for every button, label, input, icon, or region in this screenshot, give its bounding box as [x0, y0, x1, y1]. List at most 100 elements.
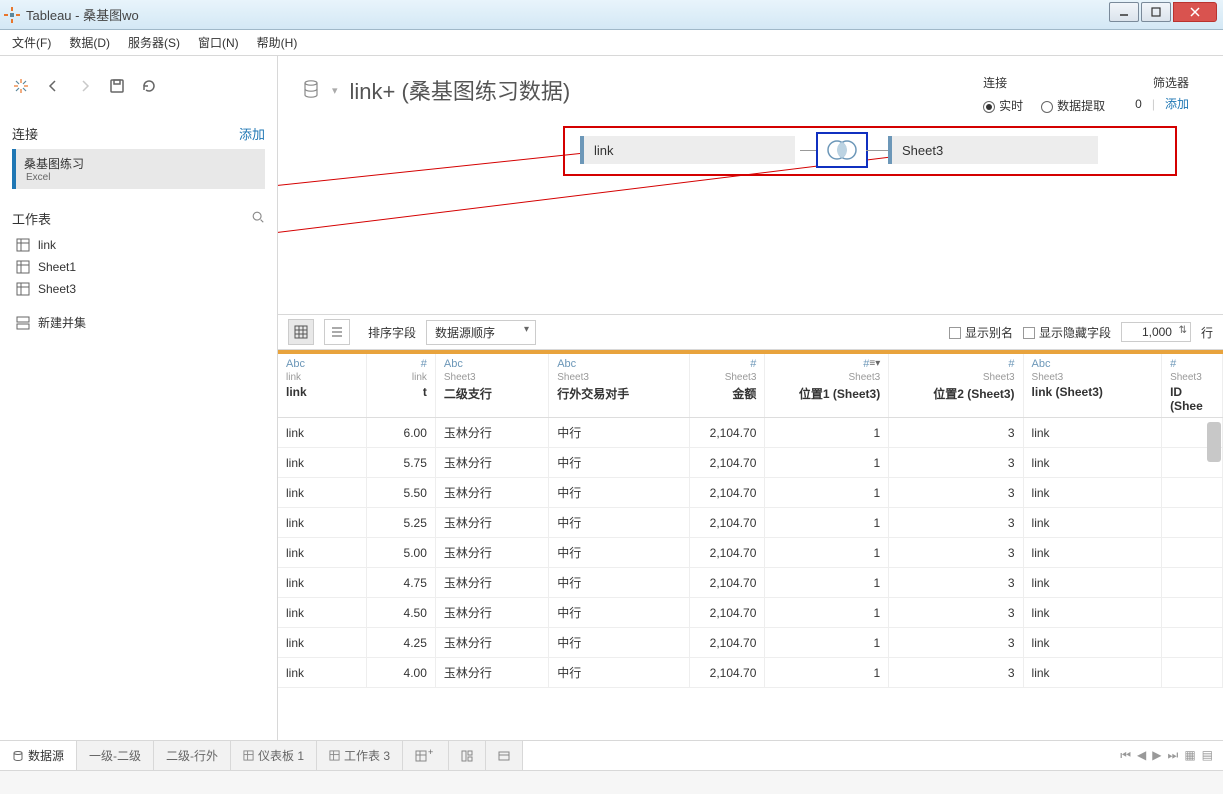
worksheet-item[interactable]: Sheet3	[12, 278, 265, 300]
table-row[interactable]: link5.75玉林分行中行2,104.7013link	[278, 448, 1223, 478]
table-cell: 2,104.70	[689, 598, 765, 628]
menu-server[interactable]: 服务器(S)	[128, 34, 180, 51]
sheet-tab[interactable]: 二级-行外	[154, 741, 231, 770]
table-row[interactable]: link4.75玉林分行中行2,104.7013link	[278, 568, 1223, 598]
new-worksheet-button[interactable]: +	[403, 741, 449, 770]
table-cell: 4.25	[366, 628, 435, 658]
table-row[interactable]: link5.25玉林分行中行2,104.7013link	[278, 508, 1223, 538]
table-cell: link	[278, 508, 366, 538]
sheet-tab[interactable]: 工作表 3	[317, 741, 403, 770]
sheet-tab[interactable]: 仪表板 1	[231, 741, 317, 770]
table-cell: 1	[765, 628, 889, 658]
table-cell: 5.75	[366, 448, 435, 478]
table-row[interactable]: link5.50玉林分行中行2,104.7013link	[278, 478, 1223, 508]
table-cell: link	[278, 658, 366, 688]
table-cell: 1	[765, 418, 889, 448]
nav-next-icon[interactable]: ▶	[1152, 748, 1161, 763]
table-row[interactable]: link5.00玉林分行中行2,104.7013link	[278, 538, 1223, 568]
column-header[interactable]: ▾ ≡#Sheet3位置1 (Sheet3)	[765, 354, 889, 418]
filter-count: 0	[1135, 97, 1142, 111]
forward-button[interactable]	[76, 77, 94, 95]
show-tabs-icon[interactable]: ▦	[1184, 748, 1195, 763]
back-button[interactable]	[44, 77, 62, 95]
table-cell: 4.75	[366, 568, 435, 598]
menu-data[interactable]: 数据(D)	[69, 34, 110, 51]
join-canvas[interactable]: link Sheet3	[278, 124, 1223, 314]
menu-help[interactable]: 帮助(H)	[257, 34, 298, 51]
live-radio[interactable]: 实时	[983, 97, 1023, 114]
column-header[interactable]: AbcSheet3二级支行	[435, 354, 548, 418]
sort-field-label: 排序字段	[368, 324, 416, 341]
column-header[interactable]: #Sheet3ID (Shee	[1162, 354, 1223, 418]
column-header[interactable]: #linkt	[366, 354, 435, 418]
table-cell: link	[1023, 568, 1162, 598]
row-count-input[interactable]: 1,000	[1121, 322, 1191, 342]
nav-first-icon[interactable]: ⏮	[1120, 748, 1131, 763]
table-row[interactable]: link4.00玉林分行中行2,104.7013link	[278, 658, 1223, 688]
table-cell: link	[1023, 658, 1162, 688]
join-table-right[interactable]: Sheet3	[888, 136, 1098, 164]
column-header[interactable]: #Sheet3金额	[689, 354, 765, 418]
show-hidden-checkbox[interactable]: 显示隐藏字段	[1023, 324, 1111, 341]
sheet-tab-label: 仪表板 1	[258, 747, 304, 764]
sheet-icon	[16, 260, 30, 274]
table-cell: 中行	[549, 508, 690, 538]
new-dashboard-button[interactable]	[449, 741, 486, 770]
nav-icons: ⏮ ◀ ▶ ⏭ ▦ ▤	[1110, 748, 1223, 763]
sheet-tab[interactable]: 一级-二级	[77, 741, 154, 770]
sort-icon[interactable]: ≡	[869, 358, 875, 369]
datasource-title[interactable]: link+ (桑基图练习数据)	[350, 74, 571, 106]
table-cell: 5.50	[366, 478, 435, 508]
minimize-button[interactable]	[1109, 2, 1139, 22]
table-row[interactable]: link4.50玉林分行中行2,104.7013link	[278, 598, 1223, 628]
new-story-button[interactable]	[486, 741, 523, 770]
save-button[interactable]	[108, 77, 126, 95]
table-cell: 中行	[549, 538, 690, 568]
sort-field-dropdown[interactable]: 数据源顺序	[426, 320, 536, 345]
column-header[interactable]: AbcSheet3行外交易对手	[549, 354, 690, 418]
tab-datasource[interactable]: 数据源	[0, 741, 77, 770]
vertical-scrollbar[interactable]	[1207, 422, 1221, 462]
menu-file[interactable]: 文件(F)	[12, 34, 51, 51]
table-cell: 4.50	[366, 598, 435, 628]
table-row[interactable]: link4.25玉林分行中行2,104.7013link	[278, 628, 1223, 658]
column-header[interactable]: AbcSheet3link (Sheet3)	[1023, 354, 1162, 418]
close-button[interactable]	[1173, 2, 1217, 22]
show-filmstrip-icon[interactable]: ▤	[1202, 748, 1213, 763]
table-cell: 2,104.70	[689, 448, 765, 478]
grid-view-button[interactable]	[288, 319, 314, 345]
nav-prev-icon[interactable]: ◀	[1137, 748, 1146, 763]
filters-label: 筛选器	[1153, 74, 1189, 91]
table-cell: 3	[889, 448, 1023, 478]
column-header[interactable]: Abclinklink	[278, 354, 366, 418]
worksheet-item[interactable]: Sheet1	[12, 256, 265, 278]
column-header[interactable]: #Sheet3位置2 (Sheet3)	[889, 354, 1023, 418]
table-cell: 1	[765, 448, 889, 478]
search-icon[interactable]	[251, 210, 265, 227]
worksheet-item[interactable]: link	[12, 234, 265, 256]
join-type-button[interactable]	[816, 132, 868, 168]
nav-last-icon[interactable]: ⏭	[1168, 748, 1179, 763]
join-table-left[interactable]: link	[580, 136, 795, 164]
refresh-button[interactable]	[140, 77, 158, 95]
connection-type: Excel	[26, 172, 257, 183]
table-cell	[1162, 628, 1223, 658]
table-cell: 6.00	[366, 418, 435, 448]
list-view-button[interactable]	[324, 319, 350, 345]
extract-radio[interactable]: 数据提取	[1041, 97, 1105, 114]
add-connection-link[interactable]: 添加	[239, 124, 265, 143]
connection-item[interactable]: 桑基图练习 Excel	[12, 149, 265, 189]
add-filter-link[interactable]: 添加	[1165, 95, 1189, 112]
table-cell: link	[1023, 538, 1162, 568]
table-cell: 中行	[549, 448, 690, 478]
table-cell: 玉林分行	[435, 508, 548, 538]
dropdown-icon[interactable]: ▾	[332, 84, 338, 97]
table-cell: 2,104.70	[689, 418, 765, 448]
table-row[interactable]: link6.00玉林分行中行2,104.7013link	[278, 418, 1223, 448]
new-union-item[interactable]: 新建并集	[12, 310, 265, 335]
new-union-label: 新建并集	[38, 314, 86, 331]
maximize-button[interactable]	[1141, 2, 1171, 22]
menu-window[interactable]: 窗口(N)	[198, 34, 239, 51]
table-cell: link	[1023, 478, 1162, 508]
show-alias-checkbox[interactable]: 显示别名	[949, 324, 1013, 341]
